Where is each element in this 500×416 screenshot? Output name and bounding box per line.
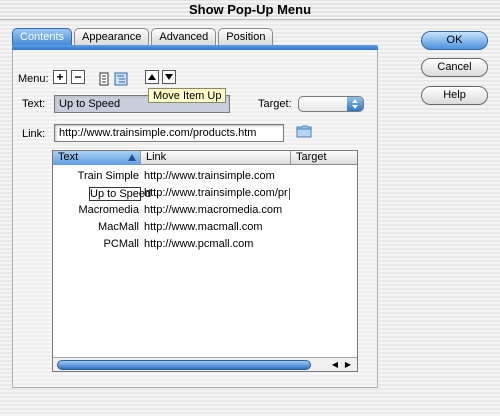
scroll-right-icon[interactable]: ▶ — [342, 359, 354, 371]
row-text: MacMall — [98, 221, 139, 233]
target-select[interactable] — [298, 96, 364, 112]
row-text: PCMall — [103, 238, 139, 250]
arrow-up-icon — [148, 74, 156, 80]
table-header: Text Link Target — [53, 151, 357, 165]
window-title: Show Pop-Up Menu — [0, 0, 500, 20]
tab-appearance[interactable]: Appearance — [74, 28, 150, 46]
row-link: http://www.trainsimple.com — [144, 170, 275, 182]
text-label: Text: — [22, 98, 46, 110]
indent-icon — [114, 72, 128, 86]
tab-bar: Contents Appearance Advanced Position — [12, 28, 274, 46]
indent-item-button[interactable] — [114, 70, 128, 86]
menu-label: Menu: — [18, 73, 49, 85]
target-label: Target: — [258, 98, 292, 110]
table-row[interactable]: Macromedia http://www.macromedia.com — [53, 202, 357, 219]
scroll-left-icon[interactable]: ◀ — [329, 359, 341, 371]
link-label: Link: — [22, 128, 46, 140]
outdent-item-button[interactable] — [97, 70, 111, 86]
row-link: http://www.macmall.com — [144, 221, 263, 233]
row-text: Macromedia — [78, 204, 139, 216]
row-link: http://www.pcmall.com — [144, 238, 254, 250]
move-up-button[interactable] — [145, 70, 159, 84]
link-input[interactable]: http://www.trainsimple.com/products.htm — [54, 124, 284, 142]
column-header-text-label: Text — [58, 151, 79, 163]
remove-item-button[interactable]: − — [71, 70, 85, 84]
column-header-text[interactable]: Text — [53, 151, 141, 165]
outdent-icon — [99, 72, 109, 86]
row-text: Train Simple — [77, 170, 139, 182]
cancel-button[interactable]: Cancel — [421, 58, 488, 77]
tab-position[interactable]: Position — [218, 28, 274, 46]
browse-folder-button[interactable] — [296, 124, 312, 138]
row-link: http://www.macromedia.com — [144, 204, 283, 216]
row-link: http://www.trainsimple.com/pr — [144, 187, 288, 199]
select-arrows-icon — [347, 97, 363, 111]
column-header-link[interactable]: Link — [141, 151, 291, 165]
column-divider — [289, 188, 290, 200]
ok-button[interactable]: OK — [421, 31, 488, 50]
help-button[interactable]: Help — [421, 86, 488, 105]
column-header-target[interactable]: Target — [291, 151, 357, 165]
arrow-down-icon — [165, 74, 173, 80]
tab-contents[interactable]: Contents — [12, 28, 73, 46]
move-down-button[interactable] — [162, 70, 176, 84]
add-item-button[interactable]: + — [53, 70, 67, 84]
tab-advanced[interactable]: Advanced — [151, 28, 217, 46]
table-row[interactable]: PCMall http://www.pcmall.com — [53, 236, 357, 253]
row-text-editing[interactable]: Up to Speed — [89, 187, 151, 201]
table-row[interactable]: MacMall http://www.macmall.com — [53, 219, 357, 236]
tooltip-move-item-up: Move Item Up — [148, 88, 227, 103]
folder-icon — [296, 125, 312, 138]
menu-items-table: Text Link Target Train Simple http://www… — [52, 150, 358, 372]
table-row-selected[interactable]: Up to Speed http://www.trainsimple.com/p… — [53, 185, 357, 202]
table-row[interactable]: Train Simple http://www.trainsimple.com — [53, 168, 357, 185]
horizontal-scrollbar[interactable]: ◀ ▶ — [53, 357, 357, 371]
sort-ascending-icon — [128, 154, 136, 161]
scrollbar-thumb[interactable] — [57, 360, 311, 370]
